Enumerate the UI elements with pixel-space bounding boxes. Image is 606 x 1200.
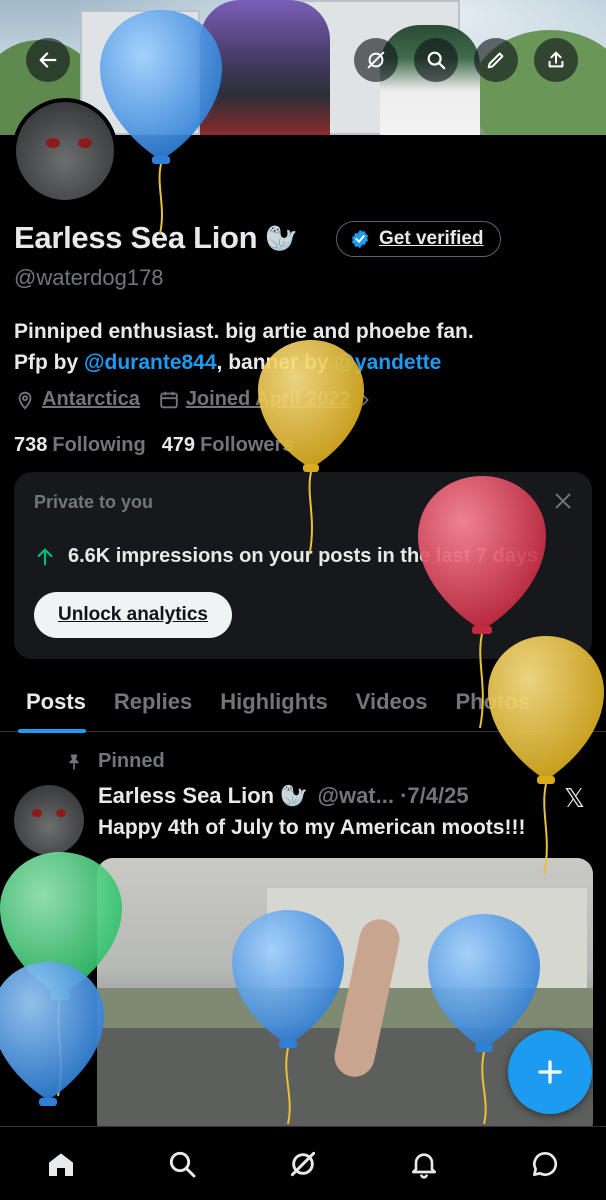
verified-badge-icon bbox=[351, 229, 369, 249]
tab-videos[interactable]: Videos bbox=[342, 672, 442, 732]
joined-item[interactable]: Joined April 2022 bbox=[158, 388, 373, 411]
bottom-nav bbox=[0, 1126, 606, 1200]
seal-emoji: 🦭 bbox=[265, 222, 298, 253]
impressions-stat: 6.6K impressions on your posts in the la… bbox=[34, 545, 538, 568]
arrow-up-icon bbox=[37, 548, 53, 565]
location-item[interactable]: Antarctica bbox=[14, 388, 140, 411]
avatar-eye bbox=[78, 138, 92, 148]
edit-profile-button[interactable] bbox=[474, 38, 518, 82]
arrow-left-icon bbox=[39, 52, 57, 68]
search-icon bbox=[169, 1151, 196, 1177]
impressions-text: 6.6K impressions on your posts in the la… bbox=[68, 545, 539, 567]
tab-photos[interactable]: Photos bbox=[441, 672, 544, 732]
profile-handle: @waterdog178 bbox=[14, 265, 164, 290]
followers-count: 479 bbox=[161, 434, 196, 456]
seal-emoji: 🦭 bbox=[280, 783, 308, 808]
banner-character bbox=[200, 0, 330, 135]
chat-icon bbox=[533, 1151, 558, 1176]
post-author[interactable]: Earless Sea Lion bbox=[98, 783, 274, 809]
tab-highlights[interactable]: Highlights bbox=[206, 672, 342, 732]
avatar-eye bbox=[32, 809, 42, 817]
profile-avatar[interactable] bbox=[12, 98, 118, 204]
home-icon bbox=[48, 1152, 73, 1176]
back-button[interactable] bbox=[26, 38, 70, 82]
display-name: Earless Sea Lion bbox=[14, 220, 258, 255]
mention-link[interactable]: @yandette bbox=[334, 351, 441, 374]
grok-button[interactable] bbox=[354, 38, 398, 82]
search-button[interactable] bbox=[414, 38, 458, 82]
pinned-label: Pinned bbox=[98, 750, 165, 772]
close-icon[interactable] bbox=[552, 490, 574, 512]
followers-label: Followers bbox=[200, 434, 294, 456]
pencil-icon bbox=[487, 52, 504, 69]
followers-link[interactable]: 479 Followers bbox=[162, 434, 294, 457]
mention-link[interactable]: @durante844 bbox=[84, 351, 217, 374]
analytics-card: Private to you 6.6K impressions on your … bbox=[14, 472, 592, 659]
following-label: Following bbox=[52, 434, 146, 456]
profile-meta: Antarctica Joined April 2022 bbox=[14, 388, 391, 411]
tab-posts[interactable]: Posts bbox=[0, 672, 100, 733]
share-icon bbox=[548, 51, 564, 68]
nav-notifications[interactable] bbox=[394, 1134, 454, 1194]
bio-line: Pinniped enthusiast. big artie and phoeb… bbox=[14, 320, 474, 343]
post-text: Happy 4th of July to my American moots!!… bbox=[98, 816, 526, 839]
location-text: Antarctica bbox=[42, 388, 140, 410]
unlock-analytics-button[interactable]: Unlock analytics bbox=[34, 592, 232, 638]
get-verified-label: Get verified bbox=[379, 228, 484, 249]
search-icon bbox=[427, 51, 446, 70]
card-title: Private to you bbox=[34, 492, 154, 512]
profile-bio: Pinniped enthusiast. big artie and phoeb… bbox=[14, 316, 594, 378]
following-count: 738 bbox=[14, 434, 48, 456]
chevron-right-icon bbox=[361, 394, 369, 405]
location-pin-icon bbox=[18, 391, 32, 410]
follow-stats: 738 Following 479 Followers bbox=[14, 434, 293, 457]
nav-messages[interactable] bbox=[515, 1134, 575, 1194]
avatar-eye bbox=[56, 809, 66, 817]
bio-text: Pfp by bbox=[14, 351, 85, 374]
post-header: Earless Sea Lion 🦭 @wat... ·7/4/25 bbox=[98, 783, 469, 809]
x-logo-icon: 𝕏 bbox=[564, 783, 585, 813]
post-avatar[interactable] bbox=[14, 785, 84, 855]
share-button[interactable] bbox=[534, 38, 578, 82]
pin-icon bbox=[69, 754, 79, 769]
bio-line: Pfp by @durante844, banner by @yandette bbox=[14, 347, 594, 378]
profile-tabs: Posts Replies Highlights Videos Photos bbox=[0, 672, 606, 733]
get-verified-button[interactable]: Get verified bbox=[336, 221, 501, 257]
nav-home[interactable] bbox=[31, 1134, 91, 1194]
joined-text: Joined April 2022 bbox=[185, 388, 351, 410]
nav-grok[interactable] bbox=[273, 1134, 333, 1194]
pinned-indicator: Pinned bbox=[64, 750, 165, 773]
post-meta: @wat... ·7/4/25 bbox=[317, 783, 469, 808]
grok-icon bbox=[290, 1151, 316, 1176]
following-link[interactable]: 738 Following bbox=[14, 434, 146, 457]
profile-name-row: Earless Sea Lion 🦭 bbox=[14, 220, 298, 256]
tab-replies[interactable]: Replies bbox=[100, 672, 206, 732]
grok-icon bbox=[367, 51, 385, 69]
plus-icon bbox=[538, 1060, 562, 1084]
nav-search[interactable] bbox=[152, 1134, 212, 1194]
bell-icon bbox=[412, 1152, 437, 1179]
bio-text: , banner by bbox=[216, 351, 335, 374]
calendar-icon bbox=[160, 391, 178, 408]
avatar-eye bbox=[46, 138, 60, 148]
compose-button[interactable] bbox=[508, 1030, 592, 1114]
